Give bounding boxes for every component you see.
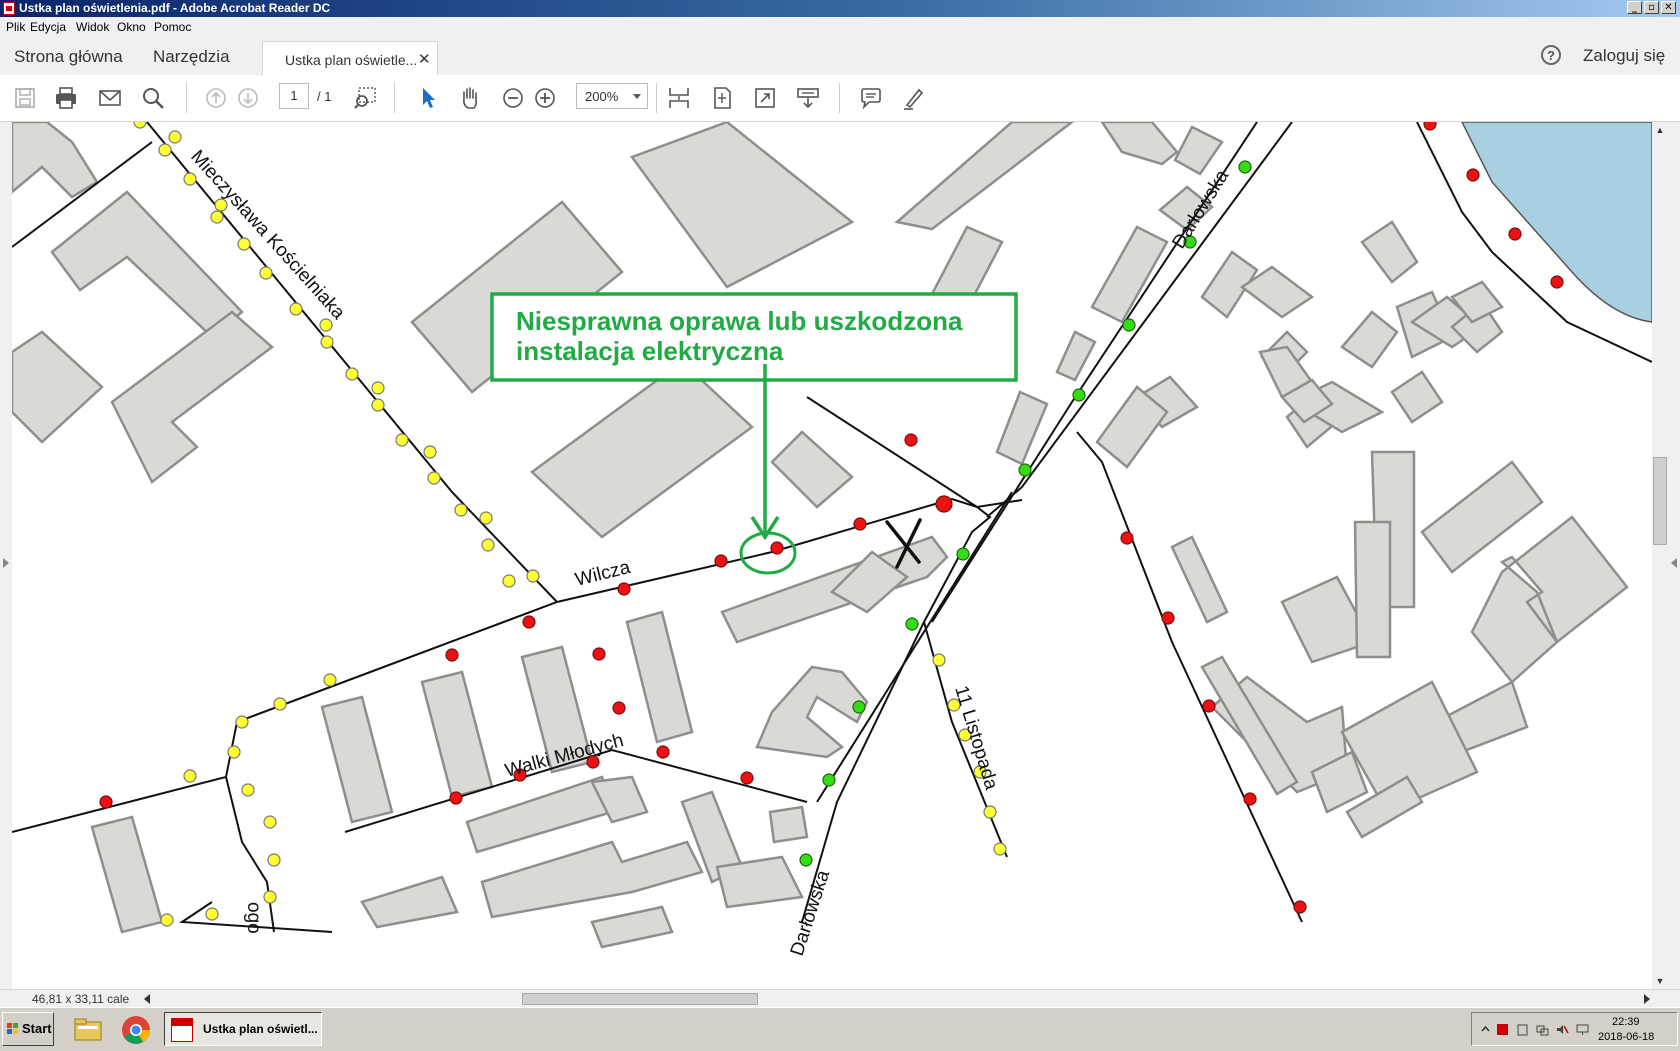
zoom-out-icon[interactable] xyxy=(500,85,526,111)
print-icon[interactable] xyxy=(53,85,79,111)
fit-page-icon[interactable] xyxy=(709,85,735,111)
horizontal-scrollbar[interactable] xyxy=(142,991,1652,1007)
taskbar-acrobat-label: Ustka plan oświetl... xyxy=(203,1022,318,1036)
clock-date: 2018-06-18 xyxy=(1598,1031,1655,1043)
highlight-pen-icon[interactable] xyxy=(901,85,927,111)
chrome-icon[interactable] xyxy=(120,1014,152,1046)
scroll-up-icon[interactable]: ▲ xyxy=(1652,122,1668,138)
document-viewport[interactable]: Niesprawna oprawa lub uszkodzona instala… xyxy=(0,122,1680,989)
acrobat-tray-icon[interactable] xyxy=(1496,1023,1509,1036)
scrolling-mode-icon[interactable] xyxy=(666,85,692,111)
search-icon[interactable] xyxy=(140,85,166,111)
help-icon[interactable]: ? xyxy=(1541,45,1561,65)
zoom-in-icon[interactable] xyxy=(532,85,558,111)
email-icon[interactable] xyxy=(97,85,123,111)
right-panel-toggle[interactable] xyxy=(1668,122,1680,989)
clock-time: 22:39 xyxy=(1612,1016,1640,1028)
scroll-down-icon[interactable]: ▼ xyxy=(1652,973,1668,989)
taskbar: Start Ustka plan oświetl... 22:39 2018-0… xyxy=(0,1007,1680,1051)
menu-help[interactable]: Pomoc xyxy=(154,20,191,34)
minimize-button[interactable]: _ xyxy=(1627,1,1642,14)
clipboard-tray-icon[interactable] xyxy=(1516,1023,1529,1036)
next-page-icon[interactable] xyxy=(235,85,261,111)
volume-muted-icon[interactable] xyxy=(1556,1023,1569,1036)
zoom-select[interactable]: 200% xyxy=(576,83,648,109)
tray-expand-icon[interactable] xyxy=(1479,1023,1492,1036)
tab-tools[interactable]: Narzędzia xyxy=(153,47,230,67)
menu-window[interactable]: Okno xyxy=(117,20,146,34)
network-tray-icon[interactable] xyxy=(1536,1023,1549,1036)
menu-edit[interactable]: Edycja xyxy=(30,20,66,34)
tab-bar: Strona główna Narzędzia Ustka plan oświe… xyxy=(0,37,1680,77)
page-total: / 1 xyxy=(317,89,332,104)
login-button[interactable]: Zaloguj się xyxy=(1583,46,1665,66)
left-panel-toggle[interactable] xyxy=(0,122,12,989)
street-label-partial: ogo xyxy=(243,902,264,934)
lighting-map: Niesprawna oprawa lub uszkodzona instala… xyxy=(12,122,1652,959)
close-window-button[interactable]: ✕ xyxy=(1661,1,1676,14)
callout-line-2: instalacja elektryczna xyxy=(516,336,784,366)
close-tab-icon[interactable]: ✕ xyxy=(418,50,431,68)
zoom-value: 200% xyxy=(585,89,619,104)
maximize-button[interactable]: ▫ xyxy=(1644,1,1659,14)
file-explorer-icon[interactable] xyxy=(72,1014,104,1046)
window-titlebar: Ustka plan oświetlenia.pdf - Adobe Acrob… xyxy=(0,0,1680,17)
expand-right-icon xyxy=(1671,558,1677,568)
menu-view[interactable]: Widok xyxy=(76,20,109,34)
comment-icon[interactable] xyxy=(858,85,884,111)
vertical-scrollbar[interactable]: ▲ ▼ xyxy=(1652,122,1668,989)
save-icon[interactable] xyxy=(12,85,38,111)
horizontal-scroll-thumb[interactable] xyxy=(522,993,758,1005)
pdf-icon xyxy=(171,1018,193,1042)
tab-document-label: Ustka plan oświetle... xyxy=(285,52,418,68)
taskbar-acrobat-button[interactable]: Ustka plan oświetl... xyxy=(164,1012,322,1046)
vertical-scroll-thumb[interactable] xyxy=(1653,457,1667,545)
page-dimensions: 46,81 x 33,11 cale xyxy=(32,992,130,1006)
scroll-right-icon[interactable] xyxy=(1644,994,1650,1004)
windows-flag-icon xyxy=(7,1023,18,1034)
previous-page-icon[interactable] xyxy=(203,85,229,111)
acrobat-icon xyxy=(3,2,15,15)
main-toolbar: 1 / 1 200% xyxy=(0,75,1680,122)
read-mode-icon[interactable] xyxy=(795,85,821,111)
tab-document[interactable]: Ustka plan oświetle... ✕ xyxy=(262,41,438,77)
page-number-input[interactable]: 1 xyxy=(279,83,309,109)
menu-bar: Plik Edycja Widok Okno Pomoc xyxy=(0,17,1680,37)
hand-tool-icon[interactable] xyxy=(457,85,483,111)
tab-home[interactable]: Strona główna xyxy=(14,47,123,67)
start-button[interactable]: Start xyxy=(2,1012,54,1046)
full-screen-icon[interactable] xyxy=(752,85,778,111)
status-bar: 46,81 x 33,11 cale xyxy=(0,989,1680,1008)
select-tool-icon[interactable] xyxy=(415,85,441,111)
menu-file[interactable]: Plik xyxy=(6,20,25,34)
chevron-down-icon xyxy=(633,94,641,99)
callout-line-1: Niesprawna oprawa lub uszkodzona xyxy=(516,306,963,336)
window-title: Ustka plan oświetlenia.pdf - Adobe Acrob… xyxy=(19,1,331,15)
expand-left-icon xyxy=(3,558,9,568)
system-tray: 22:39 2018-06-18 xyxy=(1471,1012,1678,1046)
scroll-left-icon[interactable] xyxy=(144,994,150,1004)
start-label: Start xyxy=(22,1021,52,1036)
display-tray-icon[interactable] xyxy=(1576,1023,1589,1036)
marquee-zoom-icon[interactable] xyxy=(352,85,378,111)
